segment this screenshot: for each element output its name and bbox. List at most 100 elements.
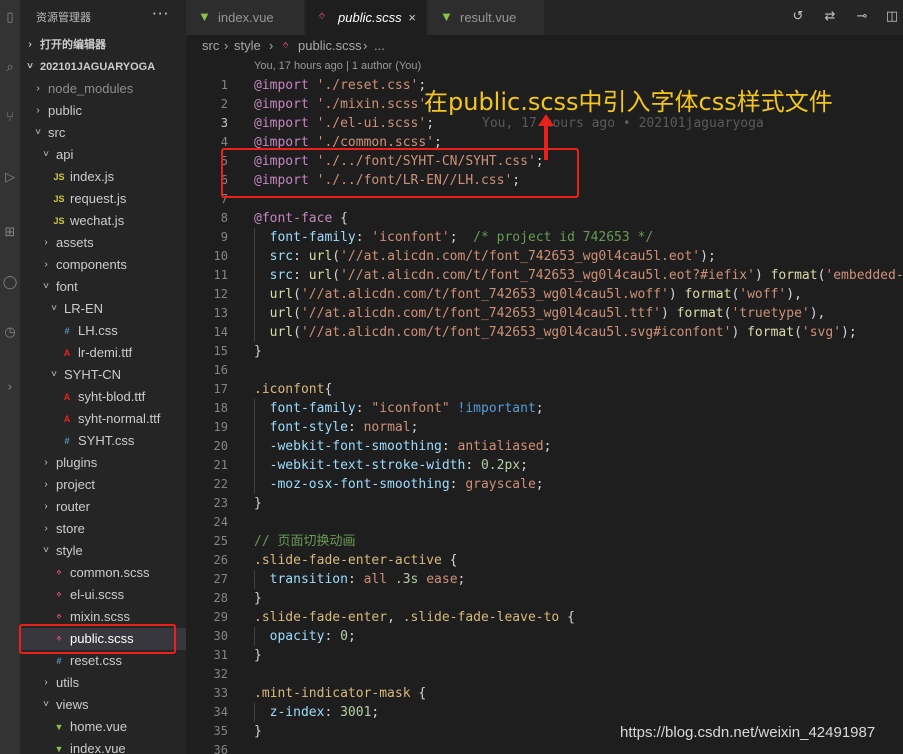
folder-item[interactable]: ˅ src [20, 122, 186, 144]
line-number: 8 [220, 211, 228, 225]
run-debug-icon[interactable]: ▷ [2, 170, 18, 186]
code-token: 'iconfont' [371, 230, 450, 245]
accounts-icon[interactable]: › [2, 380, 18, 396]
code-token: '//at.alicdn.com/t/font_742653_wg0l4cau5… [300, 325, 732, 340]
git-commit-icon[interactable]: ⊸ [854, 9, 870, 25]
code-line[interactable]: 25 // 页面切换动画 [186, 532, 903, 551]
folder-item[interactable]: › public [20, 100, 186, 122]
code-line[interactable]: 22 -moz-osx-font-smoothing: grayscale; [186, 475, 903, 494]
folder-item[interactable]: › project [20, 474, 186, 496]
history-icon[interactable]: ↺ [790, 9, 806, 25]
code-line[interactable]: 27 transition: all .3s ease; [186, 570, 903, 589]
line-number: 14 [213, 325, 228, 339]
code-line[interactable]: 11 src: url('//at.alicdn.com/t/font_7426… [186, 266, 903, 285]
more-actions-icon[interactable]: ··· [152, 5, 169, 23]
file-item[interactable]: ᛜ el-ui.scss [20, 584, 186, 606]
code-line[interactable]: 26 .slide-fade-enter-active { [186, 551, 903, 570]
folder-item[interactable]: ˅ LR-EN [20, 298, 186, 320]
code-line[interactable]: 32 [186, 665, 903, 684]
code-line[interactable]: 19 font-style: normal; [186, 418, 903, 437]
folder-item[interactable]: › plugins [20, 452, 186, 474]
code-line[interactable]: 12 url('//at.alicdn.com/t/font_742653_wg… [186, 285, 903, 304]
remote-icon[interactable]: ◯ [2, 275, 18, 291]
file-item[interactable]: JS index.js [20, 166, 186, 188]
code-line[interactable]: 20 -webkit-font-smoothing: antialiased; [186, 437, 903, 456]
tab-result-vue[interactable]: ▼ result.vue [428, 0, 544, 35]
code-token: .slide-fade-enter [254, 610, 388, 625]
code-line[interactable]: 21 -webkit-text-stroke-width: 0.2px; [186, 456, 903, 475]
folder-item[interactable]: › router [20, 496, 186, 518]
folder-item[interactable]: ˅ views [20, 694, 186, 716]
code-line[interactable]: 31} [186, 646, 903, 665]
close-icon[interactable]: × [408, 0, 416, 35]
split-editor-icon[interactable]: ◫ [884, 9, 900, 25]
breadcrumb-symbol[interactable]: ... [374, 35, 385, 57]
chevron-down-icon: ˅ [43, 699, 49, 710]
breadcrumb-src[interactable]: src [202, 35, 219, 57]
code-line[interactable]: 13 url('//at.alicdn.com/t/font_742653_wg… [186, 304, 903, 323]
tree-item-label: views [56, 697, 89, 712]
search-icon[interactable]: ⌕ [2, 60, 18, 76]
tab-public-scss[interactable]: ᛜ public.scss × [306, 0, 426, 35]
explorer-title: 资源管理器 [36, 11, 91, 24]
code-line[interactable]: 24 [186, 513, 903, 532]
folder-item[interactable]: ˅ style [20, 540, 186, 562]
code-line[interactable]: 16 [186, 361, 903, 380]
tab-index-vue[interactable]: ▼ index.vue [186, 0, 304, 35]
code-token: ( [293, 287, 301, 302]
folder-item[interactable]: › store [20, 518, 186, 540]
code-text: .iconfont{ [254, 380, 332, 399]
code-line[interactable]: 29 .slide-fade-enter, .slide-fade-leave-t… [186, 608, 903, 627]
file-item[interactable]: Asyht-normal.ttf [20, 408, 186, 430]
source-control-icon[interactable]: ⑂ [2, 110, 18, 126]
code-line[interactable]: 18 font-family: "iconfont" !important; [186, 399, 903, 418]
tree-item-label: style [56, 543, 83, 558]
file-item[interactable]: # LH.css [20, 320, 186, 342]
file-item[interactable]: ▼ home.vue [20, 716, 186, 738]
code-token: ; [535, 477, 544, 492]
file-item[interactable]: JS wechat.js [20, 210, 186, 232]
codelens-blame[interactable]: You, 17 hours ago | 1 author (You) [254, 57, 421, 76]
code-line[interactable]: 14 url('//at.alicdn.com/t/font_742653_wg… [186, 323, 903, 342]
file-item[interactable]: Asyht-blod.ttf [20, 386, 186, 408]
code-token: format [747, 325, 795, 340]
file-item[interactable]: JS request.js [20, 188, 186, 210]
folder-item[interactable]: ˅ api [20, 144, 186, 166]
code-line[interactable]: 17 .iconfont{ [186, 380, 903, 399]
code-line[interactable]: 28} [186, 589, 903, 608]
code-token: format [684, 287, 732, 302]
compare-changes-icon[interactable]: ⇄ [822, 9, 838, 25]
file-item[interactable]: # SYHT.css [20, 430, 186, 452]
code-line[interactable]: 15} [186, 342, 903, 361]
extensions-icon[interactable]: ⊞ [2, 225, 18, 241]
code-line[interactable]: 8 @font-face { [186, 209, 903, 228]
folder-item[interactable]: › node_modules [20, 78, 186, 100]
explorer-icon[interactable]: ▯ [2, 10, 18, 26]
folder-item[interactable]: › utils [20, 672, 186, 694]
code-line[interactable]: 30 opacity: 0; [186, 627, 903, 646]
file-item[interactable]: ▼ index.vue [20, 738, 186, 754]
line-number: 15 [213, 344, 228, 358]
explorer-section[interactable]: ˅ 202101JAGUARYOGA [20, 56, 186, 78]
file-item[interactable]: Alr-demi.ttf [20, 342, 186, 364]
explorer-section[interactable]: › 打开的编辑器 [20, 34, 186, 56]
code-line[interactable]: 10 src: url('//at.alicdn.com/t/font_7426… [186, 247, 903, 266]
code-line[interactable]: 9 font-family: 'iconfont'; /* project id… [186, 228, 903, 247]
folder-item[interactable]: › components [20, 254, 186, 276]
code-line[interactable]: 34 z-index: 3001; [186, 703, 903, 722]
code-line[interactable]: 23} [186, 494, 903, 513]
breadcrumb-style[interactable]: style [234, 35, 261, 57]
code-token: ; [543, 439, 552, 454]
folder-item[interactable]: › assets [20, 232, 186, 254]
timeline-icon[interactable]: ◷ [2, 325, 18, 341]
folder-item[interactable]: ˅ SYHT-CN [20, 364, 186, 386]
breadcrumb-file[interactable]: public.scss [298, 35, 362, 57]
tree-item-label: 202101JAGUARYOGA [40, 61, 156, 73]
code-line[interactable]: 36 [186, 741, 903, 754]
code-line[interactable]: 33 .mint-indicator-mask { [186, 684, 903, 703]
folder-item[interactable]: ˅ font [20, 276, 186, 298]
file-item[interactable]: ᛜ common.scss [20, 562, 186, 584]
tree-item-label: index.js [70, 169, 115, 184]
